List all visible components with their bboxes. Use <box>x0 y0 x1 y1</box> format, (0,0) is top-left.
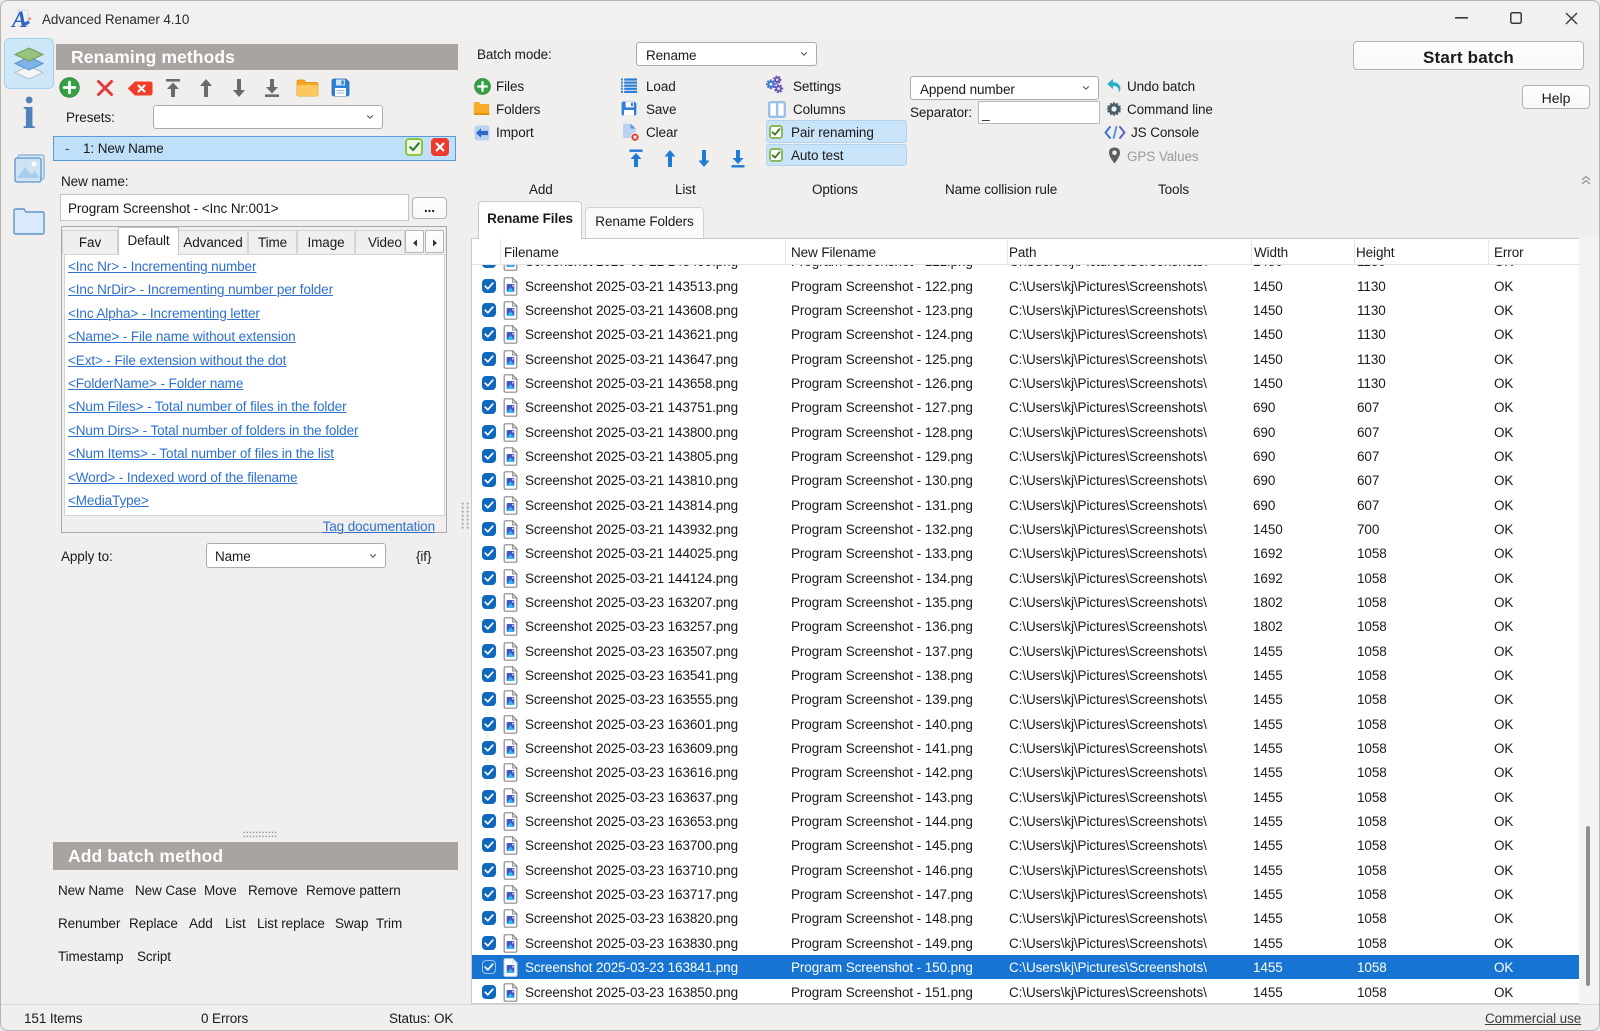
svg-text:A: A <box>10 7 27 32</box>
